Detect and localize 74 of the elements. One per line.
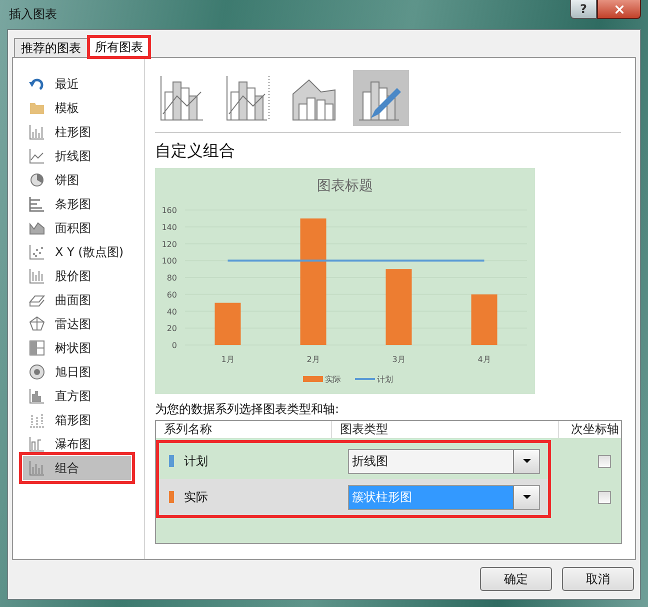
- bar: [214, 302, 241, 345]
- chart-category-item[interactable]: 瀑布图: [23, 432, 131, 456]
- y-tick-label: 60: [166, 290, 177, 300]
- dropdown-arrow-icon: [522, 459, 530, 463]
- window-title: 插入图表: [8, 6, 57, 23]
- scatter-chart-icon: [29, 244, 45, 260]
- stock-chart-icon: [29, 268, 45, 284]
- tab[interactable]: 推荐的图表: [14, 38, 88, 57]
- chart-subtype-button[interactable]: [353, 70, 409, 126]
- y-tick-label: 80: [166, 274, 177, 282]
- dialog-button[interactable]: 确定: [480, 567, 552, 591]
- x-tick-label: 2月: [306, 355, 320, 364]
- column-chart-icon: [29, 124, 45, 140]
- chart-category-item[interactable]: 箱形图: [23, 408, 131, 432]
- chart-category-item[interactable]: 股价图: [23, 264, 131, 288]
- box-plot-icon: [29, 412, 45, 428]
- chart-category-item[interactable]: X Y (散点图): [23, 240, 131, 264]
- column-header: 系列名称: [156, 421, 332, 438]
- tab[interactable]: 所有图表: [88, 36, 150, 58]
- close-button[interactable]: [597, 0, 641, 19]
- chart-category-item[interactable]: 雷达图: [23, 312, 131, 336]
- y-tick-label: 140: [162, 222, 177, 232]
- chart-category-item[interactable]: 曲面图: [23, 288, 131, 312]
- dropdown-arrow-icon: [522, 495, 530, 499]
- bar: [471, 294, 498, 345]
- y-tick-label: 160: [162, 206, 177, 215]
- area-chart-icon: [29, 220, 45, 236]
- y-tick-label: 100: [162, 256, 177, 266]
- pie-chart-icon: [29, 172, 45, 188]
- chart-category-item[interactable]: 模板: [23, 96, 131, 120]
- legend-label: 实际: [325, 375, 341, 384]
- y-tick-label: 20: [166, 324, 177, 334]
- radar-chart-icon: [29, 316, 45, 332]
- chart-category-item[interactable]: 饼图: [23, 168, 131, 192]
- chart-category-item[interactable]: 树状图: [23, 336, 131, 360]
- chart-category-item[interactable]: 组合: [23, 456, 131, 480]
- x-tick-label: 1月: [221, 355, 234, 364]
- secondary-axis-checkbox[interactable]: [598, 490, 611, 504]
- chart-category-item[interactable]: 旭日图: [23, 360, 131, 384]
- series-row[interactable]: 实际 簇状柱形图: [159, 479, 548, 515]
- bar-chart-icon: [29, 196, 45, 212]
- chart-category-item[interactable]: 面积图: [23, 216, 131, 240]
- undo-arrow-icon: [29, 76, 45, 92]
- chart-category-item[interactable]: 折线图: [23, 144, 131, 168]
- series-name: 实际: [184, 488, 208, 506]
- chart-title: 图表标题: [317, 178, 373, 194]
- treemap-icon: [29, 340, 45, 356]
- line-chart-icon: [29, 148, 45, 164]
- dialog-button[interactable]: 取消: [562, 567, 634, 591]
- section-heading: 自定义组合: [155, 141, 236, 162]
- secondary-axis-checkbox[interactable]: [598, 454, 611, 468]
- x-tick-label: 4月: [478, 355, 491, 364]
- chart-type-dropdown[interactable]: 折线图: [348, 448, 540, 474]
- series-name: 计划: [184, 452, 208, 470]
- y-tick-label: 40: [166, 307, 177, 316]
- y-tick-label: 120: [162, 240, 177, 249]
- chart-category-item[interactable]: 条形图: [23, 192, 131, 216]
- y-tick-label: 0: [172, 341, 177, 350]
- sunburst-icon: [29, 364, 45, 380]
- column-header: 次坐标轴: [570, 421, 620, 438]
- chart-category-item[interactable]: 最近: [23, 72, 131, 96]
- series-prompt: 为您的数据系列选择图表类型和轴:: [155, 401, 340, 418]
- x-tick-label: 3月: [392, 355, 406, 364]
- column-header: 图表类型: [332, 421, 559, 438]
- waterfall-chart-icon: [29, 436, 45, 452]
- combo-chart-icon: [29, 460, 45, 476]
- chart-category-item[interactable]: 柱形图: [23, 120, 131, 144]
- chart-category-item[interactable]: 直方图: [23, 384, 131, 408]
- folder-icon: [29, 100, 45, 116]
- histogram-icon: [29, 388, 45, 404]
- legend-label: 计划: [377, 375, 393, 384]
- help-button[interactable]: ?: [570, 0, 597, 19]
- legend-swatch: [303, 376, 323, 382]
- close-icon: [612, 2, 626, 16]
